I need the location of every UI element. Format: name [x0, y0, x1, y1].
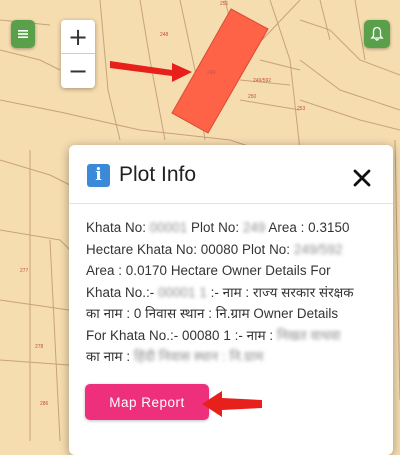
map-report-button[interactable]: Map Report	[85, 384, 209, 420]
bell-icon	[370, 26, 384, 41]
plot-details: Khata No: 00001 Plot No: 249 Area : 0.31…	[86, 217, 386, 368]
panel-title-text: Plot Info	[119, 163, 197, 186]
detail-line: Khata No.:- 00001 1 :- नाम : राज्य सरकार…	[86, 282, 386, 304]
detail-text: Khata No:	[86, 220, 150, 235]
parcel-label: 250	[248, 94, 257, 100]
zoom-out-button[interactable]: −	[61, 54, 95, 88]
notification-button[interactable]	[364, 20, 390, 48]
zoom-control: + −	[61, 20, 95, 88]
parcel-label: 253	[297, 106, 306, 112]
menu-icon	[18, 30, 28, 38]
redacted-value: हिंदी निवास स्थान : नि.ग्राम	[133, 349, 264, 364]
parcel-label: 248	[160, 32, 169, 38]
plot-info-panel: i Plot Info Khata No: 00001 Plot No: 249…	[69, 145, 393, 455]
detail-line: का नाम : 0 निवास स्थान : नि.ग्राम Owner …	[86, 303, 386, 325]
redacted-value: 00001 1	[158, 284, 207, 300]
detail-text: :- नाम : राज्य सरकार संरक्षक	[206, 284, 354, 300]
parcel-label: 286	[40, 401, 49, 407]
detail-text: Hectare Khata No: 00080 Plot No:	[86, 241, 294, 257]
detail-text: Area : 0.0170 Hectare Owner Details For	[86, 263, 331, 278]
detail-text: Khata No.:-	[86, 284, 159, 300]
info-icon: i	[87, 163, 110, 187]
panel-title: i Plot Info	[87, 163, 196, 187]
zoom-in-button[interactable]: +	[61, 20, 95, 54]
detail-line: For Khata No.:- 00080 1 :- नाम : निखत वा…	[86, 325, 386, 347]
divider	[69, 203, 393, 204]
detail-text: का नाम : 0 निवास स्थान : नि.ग्राम Owner …	[86, 306, 339, 321]
detail-line: का नाम : हिंदी निवास स्थान : नि.ग्राम	[86, 346, 386, 368]
redacted-value: 249	[242, 220, 266, 235]
redacted-value: निखत वाधवा	[276, 327, 341, 343]
parcel-label: 251	[220, 1, 229, 7]
detail-text: Area : 0.3150	[265, 220, 350, 235]
parcel-label: 249	[207, 70, 216, 76]
close-icon[interactable]	[351, 167, 373, 189]
detail-line: Area : 0.0170 Hectare Owner Details For	[86, 260, 386, 282]
detail-line: Hectare Khata No: 00080 Plot No: 249/592	[86, 239, 386, 261]
detail-text: Plot No:	[187, 220, 243, 235]
redacted-value: 249/592	[293, 241, 343, 257]
parcel-label: 277	[20, 268, 29, 274]
parcel-label: 278	[35, 344, 44, 350]
detail-text: For Khata No.:- 00080 1 :- नाम :	[86, 327, 277, 343]
detail-text: का नाम :	[86, 349, 134, 364]
redacted-value: 00001	[149, 220, 188, 235]
parcel-label: 249/592	[253, 78, 271, 84]
menu-button[interactable]	[11, 20, 35, 48]
detail-line: Khata No: 00001 Plot No: 249 Area : 0.31…	[86, 217, 386, 239]
